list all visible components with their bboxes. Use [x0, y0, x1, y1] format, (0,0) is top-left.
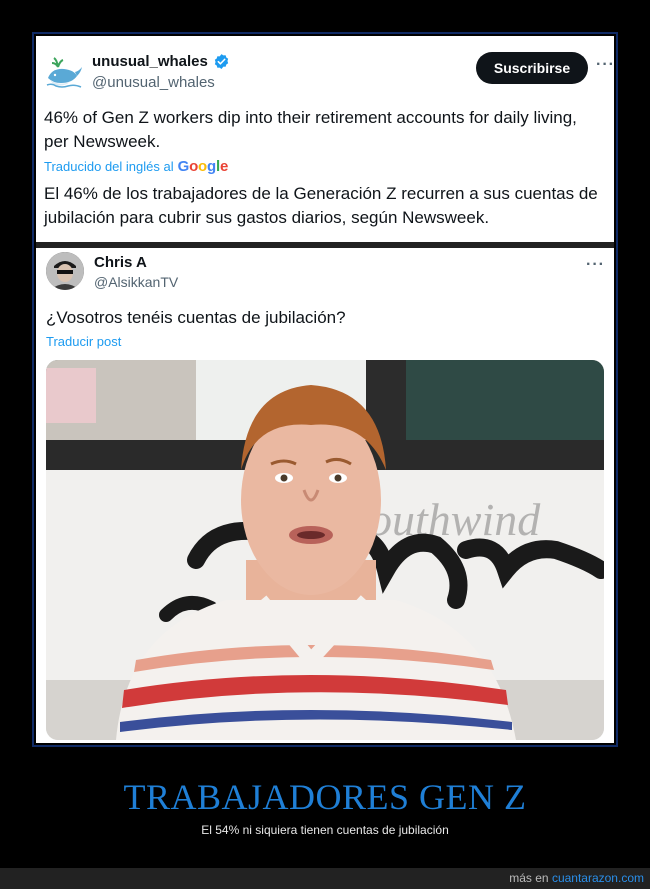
- reply-author-handle[interactable]: @AlsikkanTV: [94, 274, 178, 290]
- translate-post-link[interactable]: Traducir post: [46, 334, 121, 349]
- translated-by-label: Traducido del inglés al Google: [44, 158, 228, 175]
- footer-prefix: más en: [509, 871, 549, 885]
- translated-prefix: Traducido del inglés al: [44, 159, 174, 174]
- meme-photo: Southwind: [46, 360, 604, 740]
- attached-photo[interactable]: Southwind: [46, 360, 604, 740]
- reply-text: ¿Vosotros tenéis cuentas de jubilación?: [46, 308, 346, 327]
- author-handle[interactable]: @unusual_whales: [92, 74, 215, 91]
- reply-tweet: Chris A @AlsikkanTV ··· ¿Vosotros tenéis…: [36, 248, 614, 743]
- user-avatar-icon: [46, 252, 84, 290]
- tweet-text-translated: El 46% de los trabajadores de la Generac…: [44, 184, 598, 227]
- more-options-icon[interactable]: ···: [596, 56, 615, 74]
- footer-site-link[interactable]: cuantarazon.com: [552, 871, 644, 885]
- page-subtitle: El 54% ni siquiera tienen cuentas de jub…: [201, 823, 449, 837]
- reply-author-name[interactable]: Chris A: [94, 254, 147, 271]
- author-name[interactable]: unusual_whales: [92, 53, 208, 70]
- tweet-text-original: 46% of Gen Z workers dip into their reti…: [44, 108, 577, 151]
- subscribe-button[interactable]: Suscribirse: [476, 52, 588, 84]
- whale-avatar-icon[interactable]: [44, 52, 84, 92]
- more-options-icon[interactable]: ···: [586, 256, 605, 274]
- page-title: TRABAJADORES GEN Z: [123, 777, 527, 817]
- original-tweet: unusual_whales @unusual_whales Suscribir…: [36, 36, 614, 242]
- verified-badge-icon: [214, 54, 229, 69]
- author-name-row: unusual_whales: [92, 53, 230, 70]
- footer-bar: más en cuantarazon.com: [0, 868, 650, 889]
- avatar[interactable]: [46, 252, 84, 290]
- google-logo: Google: [177, 158, 229, 175]
- screenshot-frame: unusual_whales @unusual_whales Suscribir…: [32, 32, 618, 747]
